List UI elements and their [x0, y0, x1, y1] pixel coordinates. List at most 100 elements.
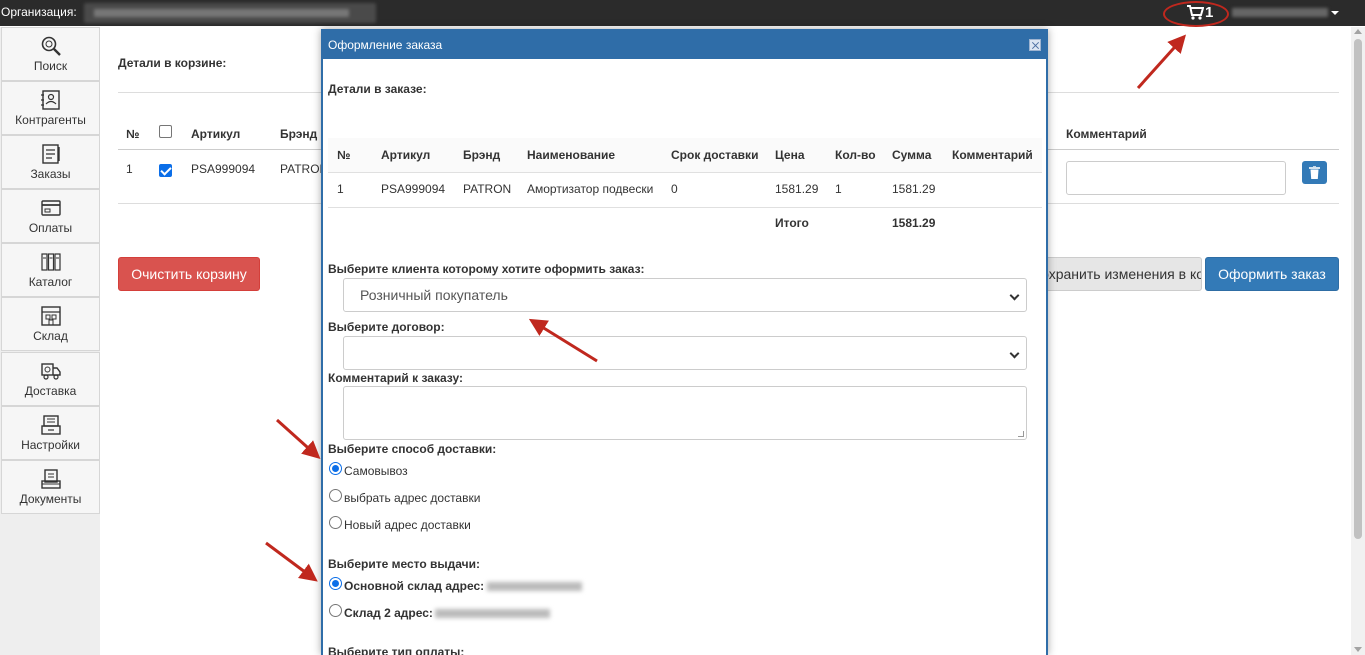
catalog-icon: [40, 253, 61, 271]
order-cell: 0: [671, 182, 678, 196]
pickup-radio-main-warehouse[interactable]: [329, 577, 342, 590]
place-order-button[interactable]: Оформить заказ: [1205, 257, 1339, 291]
sidebar-item-contractors[interactable]: Контрагенты: [1, 81, 100, 135]
scrollbar-thumb[interactable]: [1354, 39, 1362, 539]
sidebar-item-search[interactable]: Поиск: [1, 27, 100, 81]
sidebar-item-delivery[interactable]: Доставка: [1, 352, 100, 406]
order-cell: 1581.29: [892, 182, 936, 196]
order-table-header: №: [337, 148, 351, 162]
scroll-down-icon[interactable]: [1354, 647, 1362, 652]
sidebar-item-documents[interactable]: Документы: [1, 460, 100, 514]
sidebar-item-settings[interactable]: Настройки: [1, 406, 100, 460]
arrow-to-pickup-place: [265, 541, 318, 582]
order-cell: PSA999094: [381, 182, 446, 196]
cart-row-article: PSA999094: [191, 162, 256, 176]
clear-cart-button[interactable]: Очистить корзину: [118, 257, 260, 291]
sidebar: Поиск Контрагенты Заказы Оплаты Каталог …: [0, 27, 100, 655]
sidebar-item-label: Документы: [19, 492, 82, 506]
documents-icon: [40, 469, 61, 489]
column-header-number: №: [126, 127, 140, 141]
contract-select[interactable]: [343, 336, 1027, 370]
order-total-label: Итого: [775, 216, 809, 230]
order-cell: 1581.29: [775, 182, 819, 196]
order-cell: PATRON: [463, 182, 512, 196]
order-table-header: Срок доставки: [671, 148, 759, 162]
sidebar-item-label: Склад: [33, 329, 68, 343]
sidebar-item-label: Поиск: [33, 59, 68, 73]
cart-row-number: 1: [126, 162, 133, 176]
order-total-value: 1581.29: [892, 216, 936, 230]
select-all-checkbox[interactable]: [159, 125, 172, 138]
column-header-article: Артикул: [191, 127, 241, 141]
column-header-comment: Комментарий: [1066, 127, 1147, 141]
sidebar-item-payments[interactable]: Оплаты: [1, 189, 100, 243]
save-cart-changes-button[interactable]: Сохранить изменения в корзине: [1030, 257, 1202, 291]
order-comment-textarea[interactable]: [343, 386, 1027, 440]
pickup-radio-warehouse-2[interactable]: [329, 604, 342, 617]
row-checkbox[interactable]: [159, 164, 172, 177]
delivery-option-label: Самовывоз: [344, 464, 408, 478]
sidebar-item-catalog[interactable]: Каталог: [1, 243, 100, 297]
organization-select[interactable]: [84, 3, 376, 23]
order-table-header: Брэнд: [463, 148, 501, 162]
pickup-option-label: Основной склад адрес:: [344, 579, 485, 593]
sidebar-item-label: Оплаты: [28, 221, 73, 235]
delivery-method-label: Выберите способ доставки:: [328, 442, 497, 456]
sidebar-item-label: Каталог: [28, 275, 73, 289]
order-cell: 1: [835, 182, 842, 196]
resize-handle-icon[interactable]: [1018, 431, 1024, 437]
order-table-header: Наименование: [527, 148, 616, 162]
order-table-header: Цена: [775, 148, 805, 162]
delivery-icon: [40, 363, 61, 380]
main-warehouse-address: [487, 582, 582, 591]
sidebar-item-label: Настройки: [21, 438, 80, 452]
order-table-divider: [328, 172, 1042, 173]
close-icon[interactable]: [1029, 39, 1041, 51]
delivery-option-label: Новый адрес доставки: [344, 518, 471, 532]
cart-row-comment-input[interactable]: [1066, 161, 1286, 195]
chevron-down-icon: [1009, 290, 1020, 301]
sidebar-item-label: Доставка: [24, 384, 77, 398]
delivery-radio-choose-address[interactable]: [329, 489, 342, 502]
organization-label: Организация:: [1, 5, 77, 19]
delivery-radio-new-address[interactable]: [329, 516, 342, 529]
pickup-place-label: Выберите место выдачи:: [328, 557, 480, 571]
order-table-header: Комментарий: [952, 148, 1033, 162]
user-menu[interactable]: [1232, 8, 1328, 17]
order-comment-label: Комментарий к заказу:: [328, 371, 463, 385]
order-table-header: Кол-во: [835, 148, 876, 162]
caret-down-icon[interactable]: [1331, 11, 1339, 15]
delete-row-button[interactable]: [1302, 161, 1327, 184]
sidebar-item-warehouse[interactable]: Склад: [1, 297, 100, 351]
delivery-radio-pickup[interactable]: [329, 462, 342, 475]
trash-icon: [1309, 166, 1320, 179]
modal-title: Оформление заказа: [328, 38, 443, 52]
client-label: Выберите клиента которому хотите оформит…: [328, 262, 645, 276]
order-cell: 1: [337, 182, 344, 196]
arrow-to-delivery-method: [275, 418, 321, 460]
warehouse-2-address: [435, 609, 550, 618]
column-header-brand: Брэнд: [280, 127, 318, 141]
order-details-label: Детали в заказе:: [328, 82, 427, 96]
cart-title: Детали в корзине:: [118, 56, 227, 70]
orders-icon: [41, 144, 60, 164]
payment-type-label: Выберите тип оплаты:: [328, 645, 465, 655]
order-modal: Оформление заказа Детали в заказе: № Арт…: [321, 29, 1048, 655]
modal-header: Оформление заказа: [323, 31, 1046, 59]
contract-label: Выберите договор:: [328, 320, 445, 334]
chevron-down-icon: [1009, 348, 1020, 359]
order-table-header: Артикул: [381, 148, 431, 162]
scroll-up-icon[interactable]: [1354, 29, 1362, 34]
pickup-option-label: Склад 2 адрес:: [344, 606, 433, 620]
warehouse-icon: [40, 306, 61, 326]
settings-icon: [40, 415, 61, 435]
order-cell: Амортизатор подвески: [527, 182, 654, 196]
delivery-option-label: выбрать адрес доставки: [344, 491, 481, 505]
sidebar-item-orders[interactable]: Заказы: [1, 135, 100, 189]
payments-icon: [40, 200, 61, 216]
client-select[interactable]: Розничный покупатель: [343, 278, 1027, 312]
page-scrollbar[interactable]: [1351, 27, 1365, 655]
contacts-icon: [40, 90, 60, 110]
cart-highlight-annotation: [1163, 1, 1229, 27]
client-select-value: Розничный покупатель: [360, 287, 508, 303]
